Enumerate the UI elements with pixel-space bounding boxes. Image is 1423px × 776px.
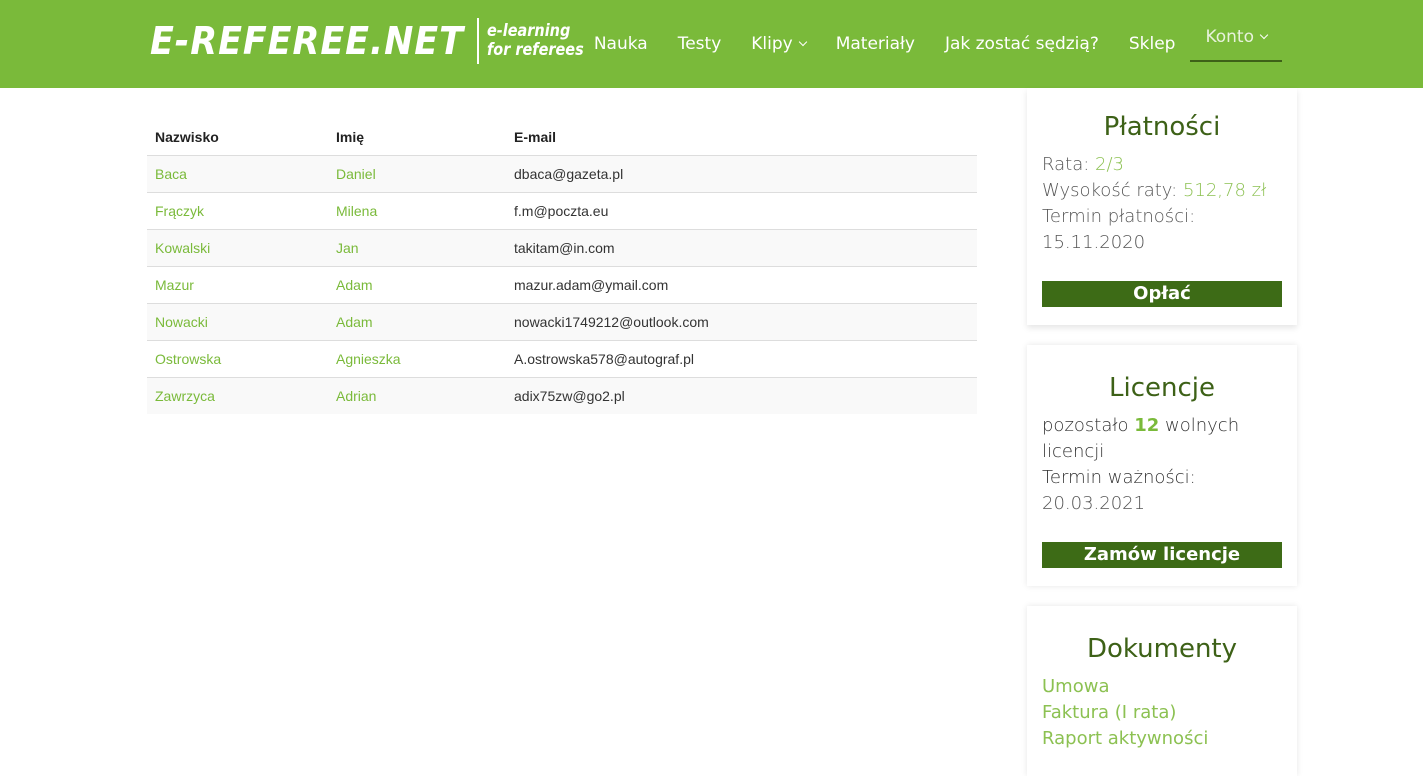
email-cell: takitam@in.com [506,229,977,267]
name-link[interactable]: Adrian [328,378,506,415]
document-link-umowa[interactable]: Umowa [1042,674,1282,700]
table-row: Kowalski Jan takitam@in.com [147,229,977,267]
document-link-raport[interactable]: Raport aktywności [1042,726,1282,752]
nav-item-konto[interactable]: Konto [1190,0,1282,62]
users-table-container: Nazwisko Imię E-mail Baca Daniel dbaca@g… [147,118,977,414]
site-logo[interactable]: E-REFEREE.NET e-learning for referees [150,18,601,64]
nav-item-label: Nauka [593,34,648,54]
email-cell: A.ostrowska578@autograf.pl [506,340,977,378]
name-link[interactable]: Jan [328,229,506,267]
table-row: Mazur Adam mazur.adam@ymail.com [147,266,977,304]
surname-link[interactable]: Zawrzyca [147,378,328,415]
nav-item-nauka[interactable]: Nauka [579,13,663,75]
payment-amount: Wysokość raty: 512,78 zł [1042,178,1282,204]
payments-title: Płatności [1103,112,1221,142]
licenses-title: Licencje [1109,373,1215,403]
surname-link[interactable]: Frączyk [147,192,328,230]
surname-link[interactable]: Mazur [147,266,328,304]
table-row: Frączyk Milena f.m@poczta.eu [147,192,977,230]
nav-item-materialy[interactable]: Materiały [821,13,930,75]
email-cell: nowacki1749212@outlook.com [506,303,977,341]
name-link[interactable]: Agnieszka [328,340,506,378]
column-header-email: E-mail [506,118,977,156]
name-link[interactable]: Adam [328,266,506,304]
payment-due-value: 15.11.2020 [1042,232,1146,253]
email-cell: dbaca@gazeta.pl [506,155,977,193]
surname-link[interactable]: Kowalski [147,229,328,267]
top-navbar: E-REFEREE.NET e-learning for referees Na… [0,0,1423,88]
logo-wordmark: E-REFEREE.NET [150,19,464,63]
payment-rate: Rata: 2/3 [1042,152,1282,178]
logo-tagline-line-2: for referees [487,40,584,60]
email-cell: f.m@poczta.eu [506,192,977,230]
chevron-down-icon [798,37,807,47]
licenses-remaining: pozostało 12 wolnych licencji [1042,413,1282,465]
surname-link[interactable]: Ostrowska [147,340,328,378]
nav-item-label: Testy [677,34,722,54]
nav-item-label: Sklep [1128,34,1176,54]
documents-title: Dokumenty [1086,634,1238,664]
payment-amount-label: Wysokość raty: [1042,180,1183,201]
payments-card: Płatności Rata: 2/3 Wysokość raty: 512,7… [1027,88,1297,325]
payment-due-label: Termin płatności: [1042,206,1196,227]
licenses-remaining-prefix: pozostało [1042,415,1135,436]
surname-link[interactable]: Nowacki [147,303,328,341]
name-link[interactable]: Adam [328,303,506,341]
nav-item-testy[interactable]: Testy [663,13,737,75]
table-row: Nowacki Adam nowacki1749212@outlook.com [147,303,977,341]
table-header-row: Nazwisko Imię E-mail [147,118,977,156]
nav-item-sklep[interactable]: Sklep [1114,13,1191,75]
pay-button[interactable]: Opłać [1042,281,1282,307]
nav-item-label: Klipy [751,34,793,54]
payment-amount-value: 512,78 zł [1182,180,1267,201]
nav-item-jak-zostac-sedzia[interactable]: Jak zostać sędzią? [930,13,1114,75]
licenses-validity-value: 20.03.2021 [1042,493,1146,514]
surname-link[interactable]: Baca [147,155,328,193]
documents-card: Dokumenty Umowa Faktura (I rata) Raport … [1027,606,1297,776]
nav-item-label: Materiały [835,34,915,54]
email-cell: adix75zw@go2.pl [514,388,625,404]
logo-tagline-line-1: e-learning [487,21,571,41]
table-row: Ostrowska Agnieszka A.ostrowska578@autog… [147,340,977,378]
licenses-remaining-count: 12 [1134,415,1160,436]
order-licenses-button[interactable]: Zamów licencje [1042,542,1282,568]
nav-item-klipy[interactable]: Klipy [736,13,820,75]
table-row: Baca Daniel dbaca@gazeta.pl [147,155,977,193]
chevron-down-icon [1259,30,1269,40]
nav-item-label: Jak zostać sędzią? [944,34,1099,54]
payment-rate-value: 2/3 [1095,154,1124,175]
column-header-name: Imię [328,118,506,156]
document-link-faktura[interactable]: Faktura (I rata) [1042,700,1282,726]
users-table: Nazwisko Imię E-mail Baca Daniel dbaca@g… [147,118,977,414]
name-link[interactable]: Milena [328,192,506,230]
email-cell: mazur.adam@ymail.com [506,266,977,304]
licenses-card: Licencje pozostało 12 wolnych licencji T… [1027,345,1297,586]
payment-rate-label: Rata: [1042,154,1096,175]
logo-divider [477,18,480,64]
column-header-surname: Nazwisko [147,118,328,156]
main-nav: Nauka Testy Klipy Materiały Jak zostać s… [579,0,1282,88]
logo-tagline: e-learning for referees [487,22,584,60]
nav-item-label: Konto [1205,27,1254,47]
licenses-validity-label: Termin ważności: [1042,467,1196,488]
table-row: Zawrzyca Adrian adix75zw@go2.pl [147,377,977,415]
name-link[interactable]: Daniel [328,155,506,193]
